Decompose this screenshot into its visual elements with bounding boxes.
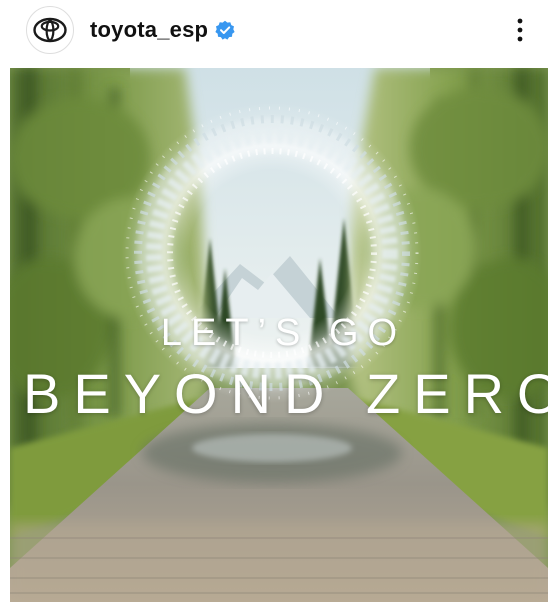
toyota-logo-icon [33,17,67,43]
verified-badge-icon [215,20,235,40]
avatar[interactable] [26,6,74,54]
username[interactable]: toyota_esp [90,17,208,43]
headline-lets-go: LET’S GO [160,312,407,354]
username-row: toyota_esp [90,14,235,46]
post-image[interactable]: LET’S GO BEYOND ZERO [10,68,548,602]
more-vertical-icon [517,18,523,42]
more-options-button[interactable] [508,12,532,48]
headline-beyond-zero: BEYOND ZERO [23,362,548,425]
post-header: toyota_esp [0,0,558,62]
